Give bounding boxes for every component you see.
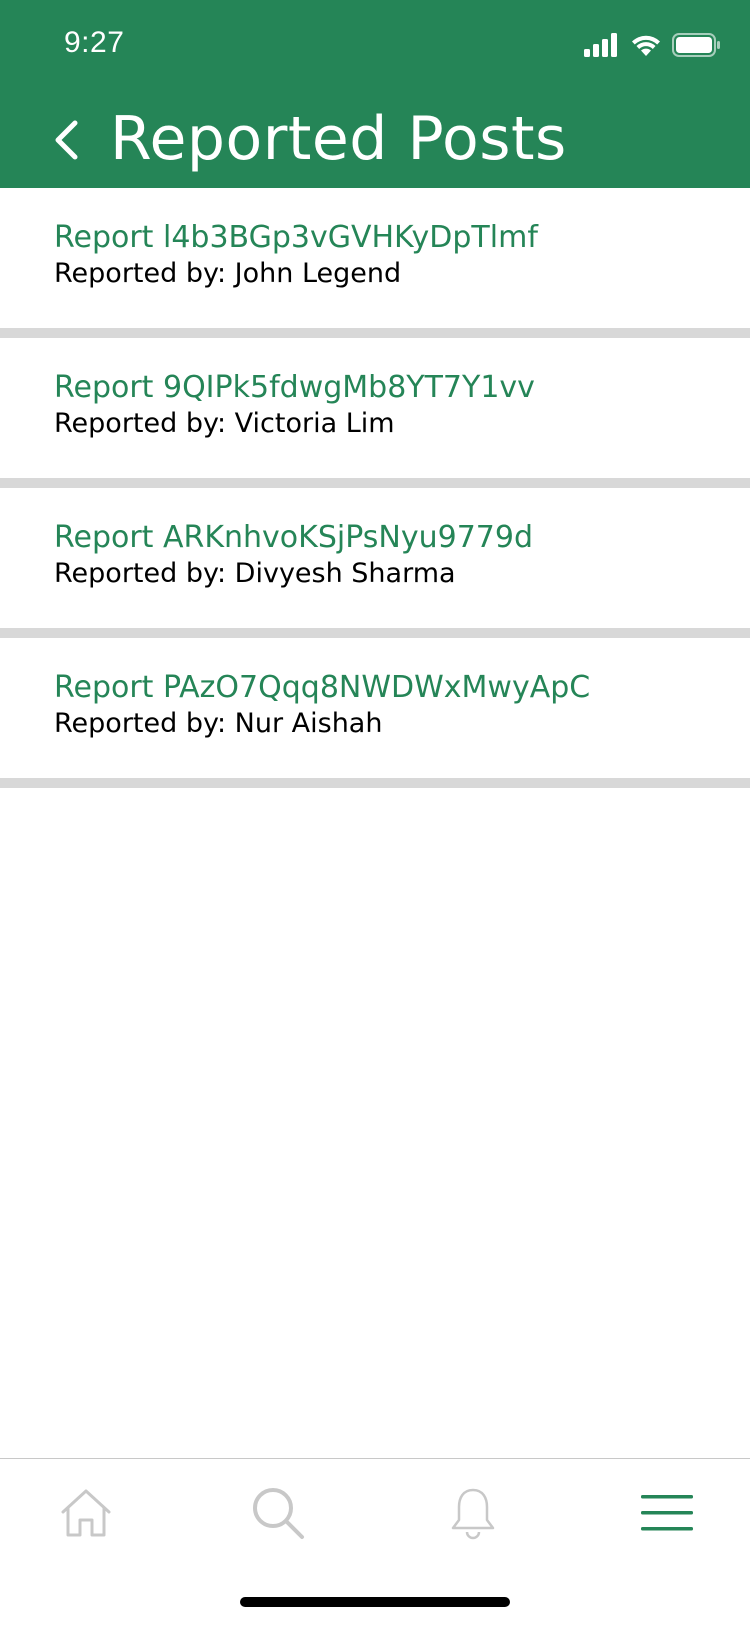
tab-search[interactable] (248, 1483, 308, 1543)
tab-menu[interactable] (637, 1483, 697, 1543)
report-title: Report ARKnhvoKSjPsNyu9779d (54, 520, 534, 555)
wifi-icon (632, 35, 660, 56)
report-title: Report PAzO7Qqq8NWDWxMwyApC (54, 670, 591, 705)
tab-home[interactable] (56, 1483, 116, 1543)
status-time: 9:27 (64, 26, 125, 59)
search-icon (253, 1488, 304, 1539)
report-list-item[interactable]: Report ARKnhvoKSjPsNyu9779d Reported by:… (0, 488, 750, 638)
report-list-item[interactable]: Report 9QIPk5fdwgMb8YT7Y1vv Reported by:… (0, 338, 750, 488)
page-title: Reported Posts (110, 104, 567, 174)
bell-icon (451, 1488, 495, 1540)
header-bar: 9:27 Reported Posts (0, 0, 750, 188)
report-list-item[interactable]: Report l4b3BGp3vGVHKyDpTlmf Reported by:… (0, 188, 750, 338)
reported-by-label: Reported by: Divyesh Sharma (54, 558, 456, 589)
back-button[interactable] (44, 108, 88, 172)
home-icon (61, 1489, 111, 1537)
battery-icon (672, 33, 720, 57)
report-list-item[interactable]: Report PAzO7Qqq8NWDWxMwyApC Reported by:… (0, 638, 750, 788)
report-title: Report 9QIPk5fdwgMb8YT7Y1vv (54, 370, 535, 405)
status-icons (584, 30, 720, 60)
menu-icon (641, 1495, 693, 1531)
home-indicator (240, 1597, 510, 1607)
reported-by-label: Reported by: Victoria Lim (54, 408, 395, 439)
chevron-left-icon (55, 120, 78, 160)
report-title: Report l4b3BGp3vGVHKyDpTlmf (54, 220, 538, 255)
reported-by-label: Reported by: Nur Aishah (54, 708, 383, 739)
tab-notifications[interactable] (443, 1483, 503, 1543)
reported-posts-list: Report l4b3BGp3vGVHKyDpTlmf Reported by:… (0, 188, 750, 788)
cellular-signal-icon (584, 33, 617, 57)
reported-by-label: Reported by: John Legend (54, 258, 402, 289)
